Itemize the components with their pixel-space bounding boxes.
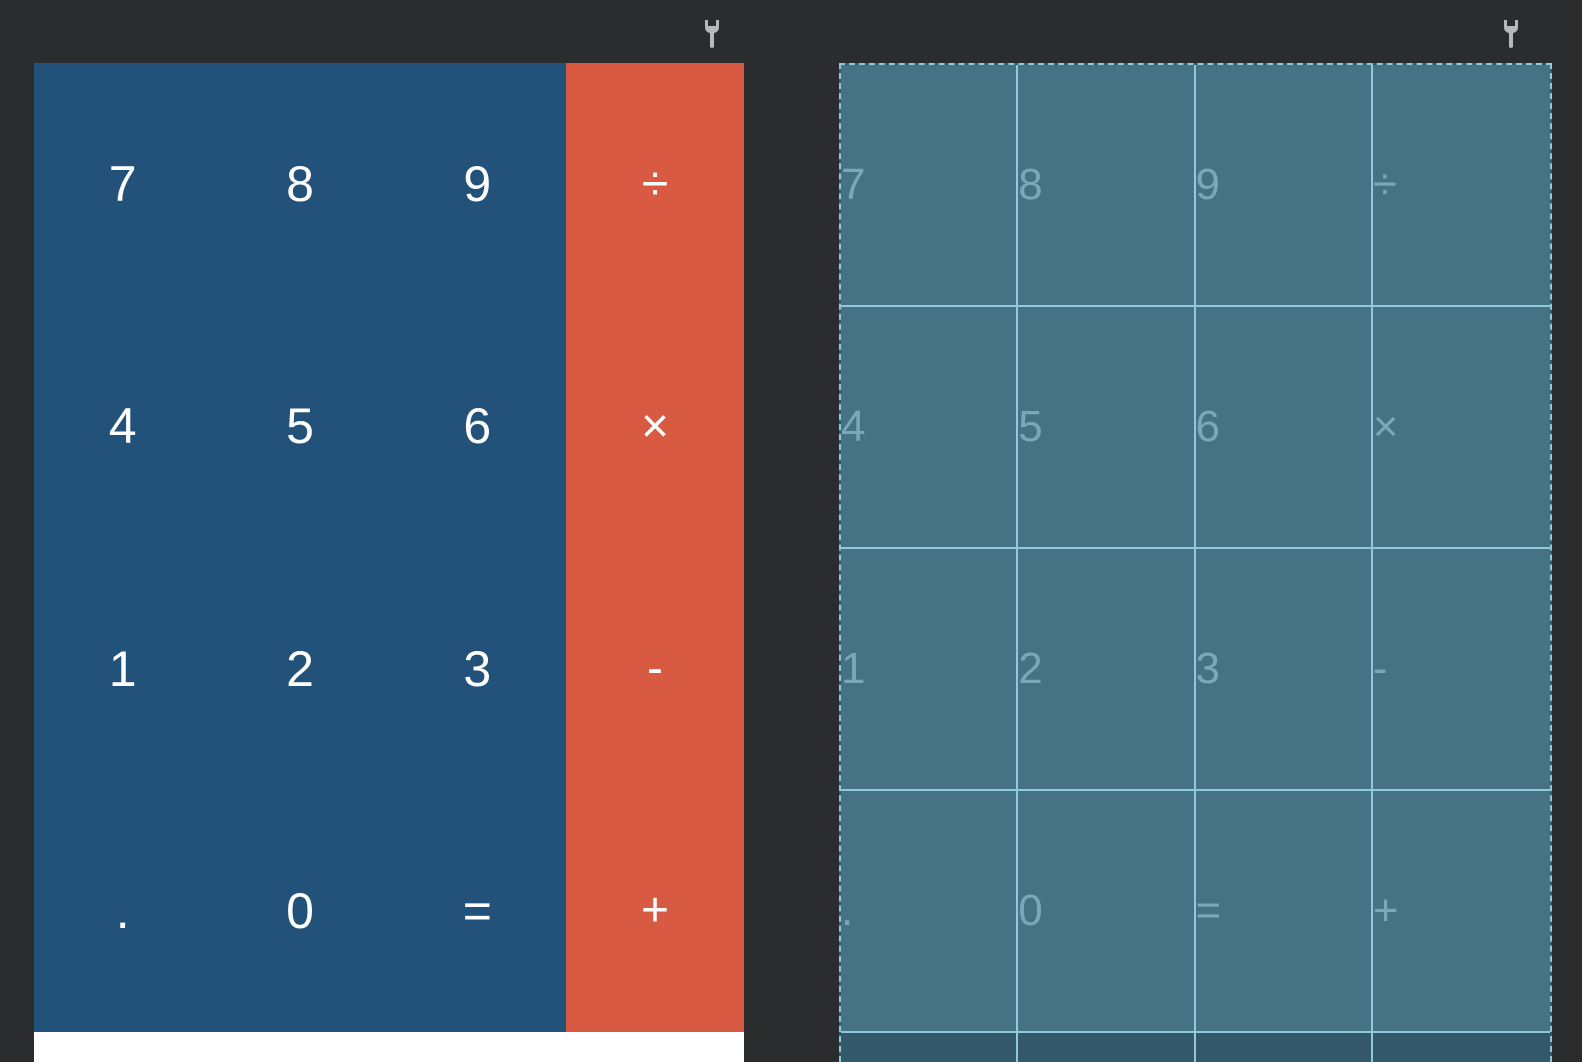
blueprint-label: - xyxy=(1372,644,1388,693)
blueprint-label: 8 xyxy=(1018,160,1043,209)
key-multiply[interactable]: × xyxy=(566,305,744,547)
key-3[interactable]: 3 xyxy=(389,548,566,790)
blueprint-cell-divide[interactable]: ÷ xyxy=(1372,65,1550,307)
blueprint-bottom-cell[interactable] xyxy=(1196,1033,1373,1062)
blueprint-bottom-cell[interactable] xyxy=(1018,1033,1196,1062)
key-5[interactable]: 5 xyxy=(211,305,388,547)
blueprint-bottom-cell[interactable] xyxy=(1373,1033,1550,1062)
blueprint-label: 4 xyxy=(841,402,866,451)
key-decimal[interactable]: . xyxy=(34,790,211,1032)
blueprint-cell-multiply[interactable]: × xyxy=(1372,307,1550,549)
key-8[interactable]: 8 xyxy=(211,63,388,305)
blueprint-cell-0[interactable]: 0 xyxy=(1018,791,1196,1033)
blueprint-grid: 7 8 9 ÷ 4 5 6 × 1 2 3 - . 0 = + xyxy=(841,65,1550,1033)
blueprint-cell-decimal[interactable]: . xyxy=(841,791,1019,1033)
key-0[interactable]: 0 xyxy=(211,790,388,1032)
key-7[interactable]: 7 xyxy=(34,63,211,305)
blueprint-label: 5 xyxy=(1018,402,1043,451)
key-9[interactable]: 9 xyxy=(389,63,566,305)
blueprint-bottom-cell[interactable] xyxy=(841,1033,1019,1062)
design-preview: 7 8 9 4 5 6 1 2 3 . 0 = ÷ × - + xyxy=(34,63,744,1062)
blueprint-cell-5[interactable]: 5 xyxy=(1018,307,1196,549)
blueprint-cell-equals[interactable]: = xyxy=(1195,791,1373,1033)
key-subtract[interactable]: - xyxy=(566,548,744,790)
blueprint-cell-7[interactable]: 7 xyxy=(841,65,1019,307)
blueprint-label: . xyxy=(841,886,854,935)
blueprint-label: ÷ xyxy=(1372,160,1397,209)
blueprint-cell-1[interactable]: 1 xyxy=(841,549,1019,791)
blueprint-label: 9 xyxy=(1195,160,1220,209)
blueprint-label: 3 xyxy=(1195,644,1220,693)
wrench-icon[interactable] xyxy=(1501,18,1521,50)
blueprint-cell-2[interactable]: 2 xyxy=(1018,549,1196,791)
blueprint-label: 0 xyxy=(1018,886,1043,935)
blueprint-label: 6 xyxy=(1195,402,1220,451)
key-add[interactable]: + xyxy=(566,790,744,1032)
key-4[interactable]: 4 xyxy=(34,305,211,547)
blueprint-label: 2 xyxy=(1018,644,1043,693)
key-6[interactable]: 6 xyxy=(389,305,566,547)
operator-panel: ÷ × - + xyxy=(566,63,744,1032)
blueprint-label: = xyxy=(1195,886,1222,935)
blueprint-label: × xyxy=(1372,402,1399,451)
digit-panel: 7 8 9 4 5 6 1 2 3 . 0 = xyxy=(34,63,566,1032)
wrench-icon[interactable] xyxy=(702,18,722,50)
blueprint-cell-3[interactable]: 3 xyxy=(1195,549,1373,791)
blueprint-bottom-row xyxy=(841,1033,1550,1062)
layout-editor: 7 8 9 4 5 6 1 2 3 . 0 = ÷ × - + 7 8 9 ÷ … xyxy=(0,0,1582,1062)
blueprint-cell-9[interactable]: 9 xyxy=(1195,65,1373,307)
key-2[interactable]: 2 xyxy=(211,548,388,790)
blueprint-label: 1 xyxy=(841,644,866,693)
blueprint-cell-subtract[interactable]: - xyxy=(1372,549,1550,791)
key-1[interactable]: 1 xyxy=(34,548,211,790)
blueprint-label: + xyxy=(1372,886,1399,935)
blueprint-cell-6[interactable]: 6 xyxy=(1195,307,1373,549)
calculator-keypad: 7 8 9 4 5 6 1 2 3 . 0 = ÷ × - + xyxy=(34,63,744,1032)
blueprint-label: 7 xyxy=(841,160,866,209)
blueprint-cell-add[interactable]: + xyxy=(1372,791,1550,1033)
blueprint-cell-8[interactable]: 8 xyxy=(1018,65,1196,307)
key-divide[interactable]: ÷ xyxy=(566,63,744,305)
blueprint-preview: 7 8 9 ÷ 4 5 6 × 1 2 3 - . 0 = + xyxy=(839,63,1552,1062)
key-equals[interactable]: = xyxy=(389,790,566,1032)
blueprint-cell-4[interactable]: 4 xyxy=(841,307,1019,549)
